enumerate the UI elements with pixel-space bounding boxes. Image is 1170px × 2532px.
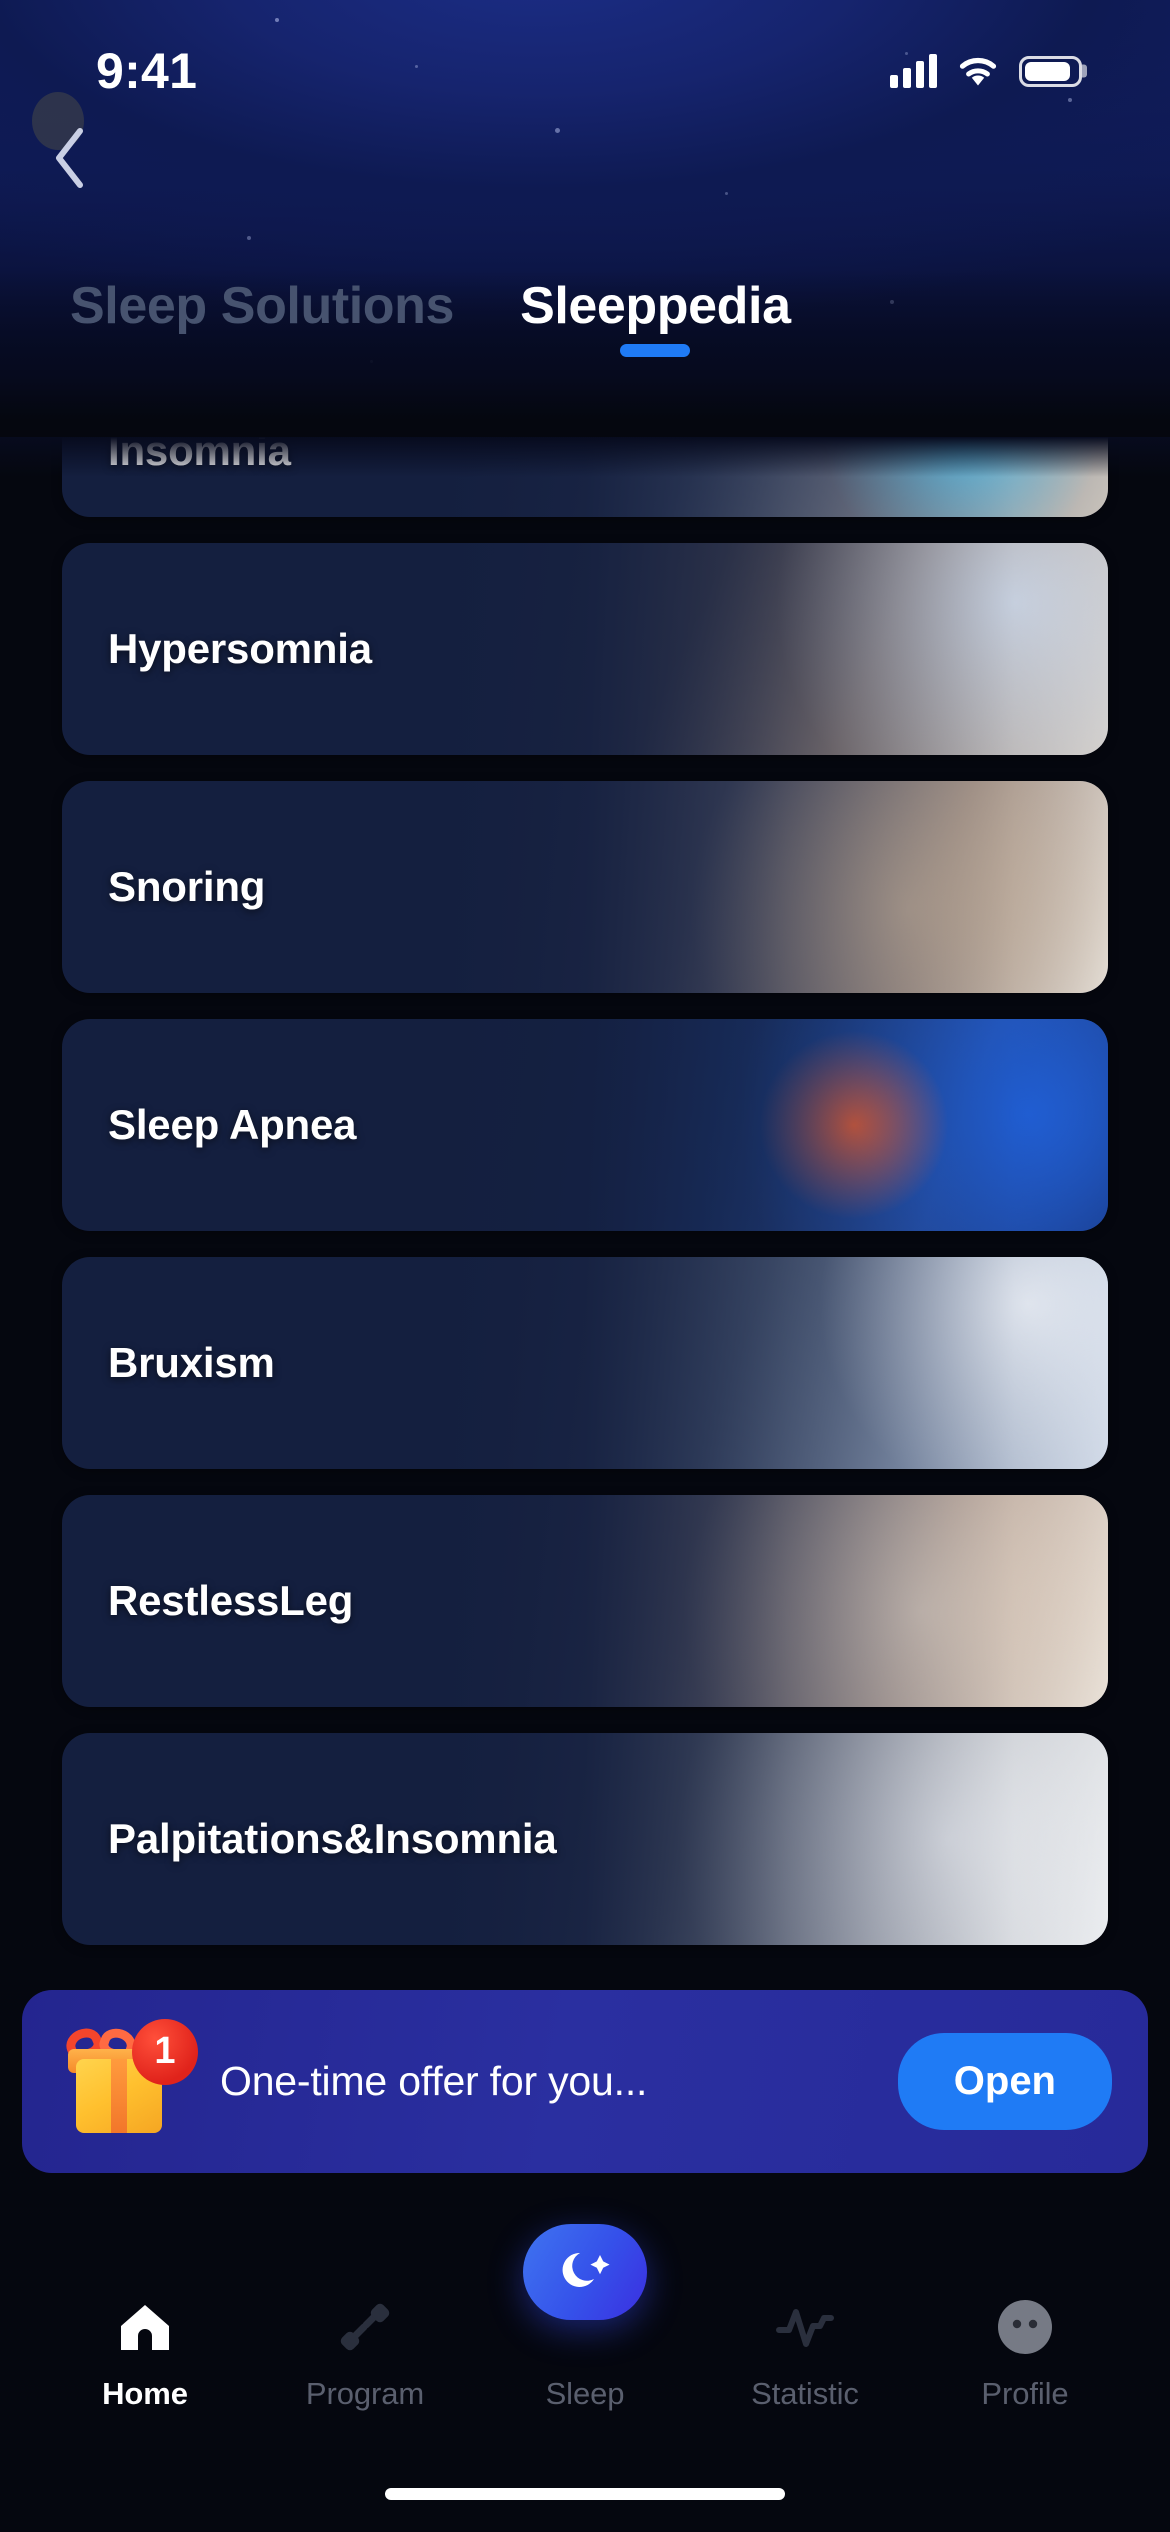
wifi-icon bbox=[956, 54, 1000, 88]
nav-item-sleep-label: Sleep bbox=[545, 2376, 625, 2411]
list-item[interactable]: Snoring bbox=[62, 781, 1108, 993]
dumbbell-icon bbox=[338, 2296, 392, 2358]
nav-item-statistic[interactable]: Statistic bbox=[710, 2296, 900, 2412]
sleeppedia-list[interactable]: Insomnia Hypersomnia Snoring Sleep Apnea… bbox=[0, 437, 1170, 1967]
tab-bar: Sleep Solutions Sleeppedia bbox=[0, 277, 1170, 398]
nav-item-program-label: Program bbox=[305, 2376, 425, 2411]
list-item-label: Bruxism bbox=[108, 1339, 275, 1386]
bottom-nav-items: Home Program Sleep Statistic Profile bbox=[0, 2224, 1170, 2412]
battery-icon bbox=[1019, 55, 1082, 87]
list-item-label: Hypersomnia bbox=[108, 625, 372, 672]
open-button[interactable]: Open bbox=[897, 2033, 1112, 2130]
status-bar: 9:41 bbox=[0, 0, 1170, 130]
bottom-navigation: Home Program Sleep Statistic Profile bbox=[0, 2180, 1170, 2532]
list-item-label: Snoring bbox=[108, 863, 266, 910]
tab-sleep-solutions-label: Sleep Solutions bbox=[70, 277, 455, 335]
nav-item-profile-label: Profile bbox=[981, 2376, 1069, 2411]
nav-item-home-label: Home bbox=[102, 2376, 188, 2411]
list-item[interactable]: RestlessLeg bbox=[62, 1495, 1108, 1707]
promo-badge-count: 1 bbox=[132, 2018, 198, 2085]
list-item-image bbox=[438, 437, 1108, 517]
nav-item-sleep[interactable]: Sleep bbox=[490, 2224, 680, 2412]
nav-item-program[interactable]: Program bbox=[270, 2296, 460, 2412]
list-item-label: Sleep Apnea bbox=[108, 1101, 357, 1148]
promo-text: One-time offer for you... bbox=[220, 2058, 648, 2104]
gift-box-icon: 1 bbox=[61, 2018, 198, 2141]
list-item[interactable]: Bruxism bbox=[62, 1257, 1108, 1469]
tab-sleeppedia-label: Sleeppedia bbox=[520, 277, 791, 335]
list-item-label: RestlessLeg bbox=[108, 1577, 354, 1624]
status-icons bbox=[890, 42, 1082, 88]
nav-item-profile[interactable]: Profile bbox=[930, 2296, 1120, 2412]
pulse-icon bbox=[776, 2296, 834, 2358]
back-button[interactable] bbox=[22, 92, 118, 206]
list-item-image bbox=[438, 1019, 1108, 1231]
tab-sleep-solutions[interactable]: Sleep Solutions bbox=[58, 277, 466, 335]
list-item[interactable]: Sleep Apnea bbox=[62, 1019, 1108, 1231]
nav-item-statistic-label: Statistic bbox=[751, 2376, 859, 2411]
list-item-image bbox=[438, 781, 1108, 993]
tab-active-indicator bbox=[620, 344, 691, 358]
app-screen: 9:41 Sleep Solutions Sleeppedia Insomnia… bbox=[0, 0, 1170, 2532]
home-icon bbox=[118, 2296, 172, 2358]
list-item-label: Insomnia bbox=[108, 437, 291, 474]
moon-icon bbox=[562, 2252, 610, 2287]
sleep-fab[interactable] bbox=[523, 2224, 647, 2320]
chevron-left-icon bbox=[56, 128, 83, 188]
avatar-icon bbox=[996, 2296, 1054, 2358]
list-item-image bbox=[438, 1495, 1108, 1707]
promo-banner[interactable]: 1 One-time offer for you... Open bbox=[22, 1990, 1148, 2173]
list-item[interactable]: Insomnia bbox=[62, 437, 1108, 517]
list-item-image bbox=[438, 1257, 1108, 1469]
cellular-signal-icon bbox=[890, 54, 937, 88]
list-item-label: Palpitations&Insomnia bbox=[108, 1815, 557, 1862]
list-item[interactable]: Palpitations&Insomnia bbox=[62, 1733, 1108, 1945]
home-indicator[interactable] bbox=[385, 2488, 785, 2500]
status-time: 9:41 bbox=[96, 43, 198, 99]
nav-item-home[interactable]: Home bbox=[50, 2296, 240, 2412]
tab-sleeppedia[interactable]: Sleeppedia bbox=[508, 277, 803, 358]
list-item-image bbox=[438, 543, 1108, 755]
list-item[interactable]: Hypersomnia bbox=[62, 543, 1108, 755]
